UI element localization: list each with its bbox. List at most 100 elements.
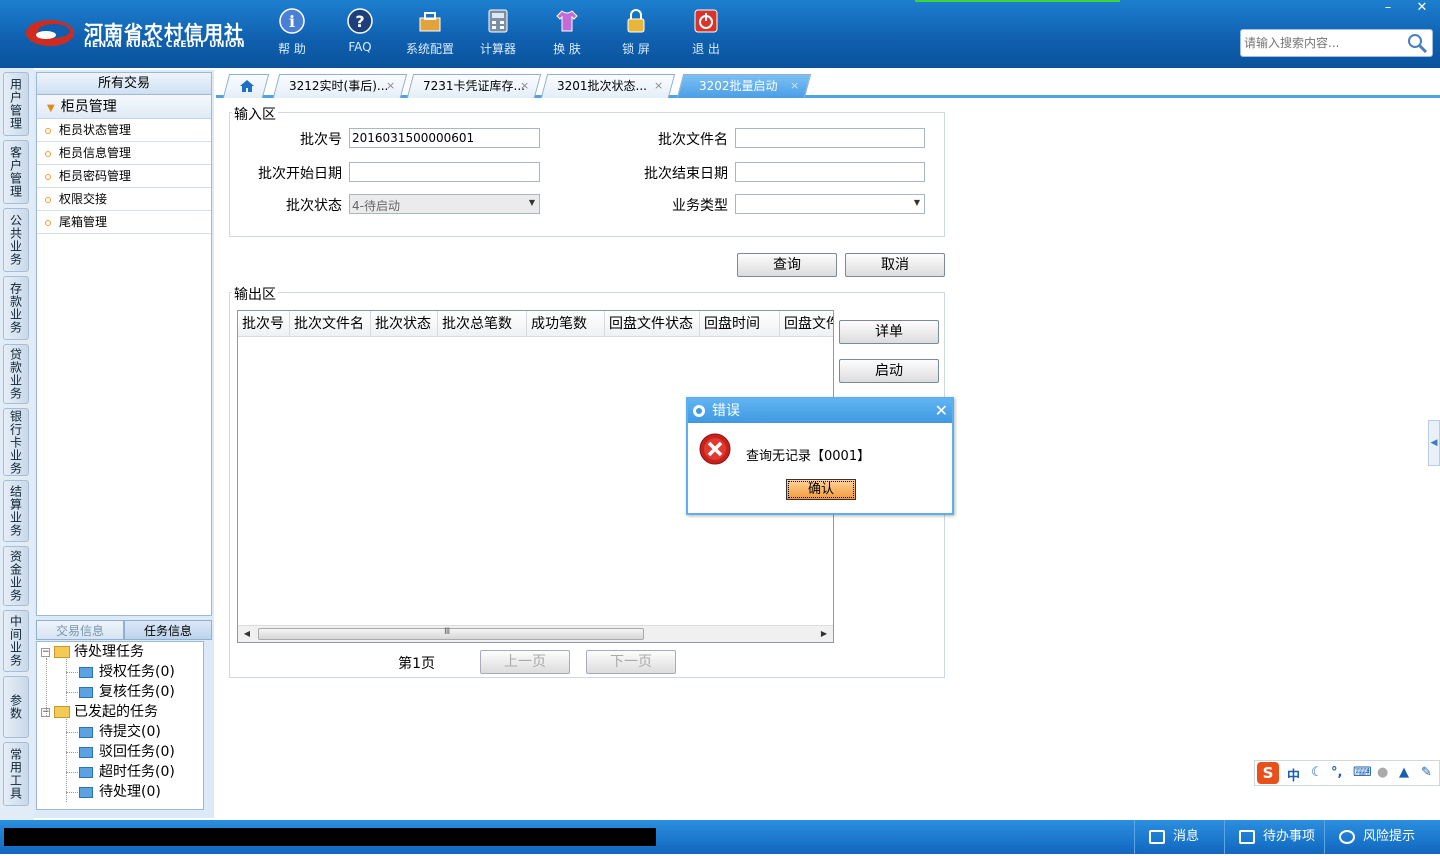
confirm-button[interactable]: 确认 <box>786 479 856 500</box>
vtab-public-business[interactable]: 公共业务 <box>3 208 29 272</box>
menu-item-teller-status[interactable]: 柜员状态管理 <box>37 119 211 142</box>
progress-strip <box>915 0 1120 2</box>
tab-task-info[interactable]: 任务信息 <box>124 620 212 640</box>
tab-transaction-info[interactable]: 交易信息 <box>36 620 124 640</box>
prev-page-button[interactable]: 上一页 <box>480 650 570 674</box>
vtab-customer-management[interactable]: 客户管理 <box>3 140 29 204</box>
error-icon <box>699 433 731 465</box>
menu-item-teller-info[interactable]: 柜员信息管理 <box>37 142 211 165</box>
tree-node-pending-tasks[interactable]: − 待处理任务 <box>41 642 144 662</box>
scroll-thumb[interactable]: Ⅲ <box>258 627 644 640</box>
dialog-titlebar[interactable]: 错误 ✕ <box>688 399 952 423</box>
column-header[interactable]: 批次文件名 <box>290 311 371 337</box>
messages-button[interactable]: 消息 <box>1134 820 1224 854</box>
ime-mode[interactable]: 中 <box>1287 765 1300 784</box>
teller-management-group[interactable]: ▼ 柜员管理 <box>37 95 211 119</box>
batch-status-select[interactable]: 4-待启动 ▼ <box>349 194 540 214</box>
query-button[interactable]: 查询 <box>737 253 837 277</box>
tab-3212-realtime[interactable]: 3212实时(事后)... × <box>272 74 408 98</box>
tree-node-review-tasks[interactable]: 复核任务(0) <box>79 682 175 702</box>
batch-file-label: 批次文件名 <box>658 132 728 148</box>
scroll-right-icon[interactable]: ▶ <box>816 627 832 641</box>
close-window-button[interactable]: ✕ <box>1406 0 1438 18</box>
start-date-input[interactable] <box>349 162 540 182</box>
column-header[interactable]: 批次总笔数 <box>438 311 527 337</box>
horizontal-scrollbar[interactable]: ◀ Ⅲ ▶ <box>238 625 833 642</box>
column-header[interactable]: 批次状态 <box>371 311 438 337</box>
faq-label: FAQ <box>348 40 372 54</box>
tree-node-rejected[interactable]: 驳回任务(0) <box>79 742 175 762</box>
batch-file-input[interactable] <box>735 128 925 148</box>
top-header: 河南省农村信用社 HENAN RURAL CREDIT UNION i 帮 助 … <box>0 0 1440 68</box>
exit-label: 退 出 <box>692 42 720 56</box>
faq-button[interactable]: ? FAQ <box>330 8 390 62</box>
sogou-logo[interactable]: S <box>1257 762 1279 784</box>
close-tab-icon[interactable]: × <box>386 75 395 97</box>
column-header[interactable]: 回盘文件 <box>780 311 833 337</box>
cancel-button[interactable]: 取消 <box>845 253 945 277</box>
vtab-parameters[interactable]: 参数 <box>3 676 29 738</box>
vtab-deposit-business[interactable]: 存款业务 <box>3 276 29 340</box>
keyboard-icon[interactable]: ⌨ <box>1353 765 1372 780</box>
risk-alert-button[interactable]: 风险提示 <box>1324 820 1440 854</box>
close-tab-icon[interactable]: × <box>520 75 529 97</box>
menu-item-permission-handover[interactable]: 权限交接 <box>37 188 211 211</box>
business-type-select[interactable]: ▼ <box>735 194 925 214</box>
vtab-user-management[interactable]: 用户管理 <box>3 72 29 136</box>
dialog-close-icon[interactable]: ✕ <box>935 399 948 423</box>
vtab-common-tools[interactable]: 常用工具 <box>3 742 29 806</box>
lock-screen-button[interactable]: 锁 屏 <box>606 8 666 62</box>
bullet-icon <box>45 127 51 134</box>
vtab-loan-business[interactable]: 贷款业务 <box>3 344 29 404</box>
column-header[interactable]: 回盘文件状态 <box>605 311 700 337</box>
user-icon[interactable]: ● <box>1377 765 1388 780</box>
collapse-right-icon[interactable]: ◀ <box>1428 420 1440 466</box>
wrench-icon[interactable]: ✎ <box>1421 765 1432 780</box>
next-page-button[interactable]: 下一页 <box>586 650 676 674</box>
collapse-icon[interactable]: − <box>41 647 50 657</box>
vtab-intermediary-business[interactable]: 中间业务 <box>3 610 29 672</box>
folder-icon <box>79 746 93 758</box>
tab-3201-batch-status[interactable]: 3201批次状态... × <box>540 74 676 98</box>
menu-item-tail-box[interactable]: 尾箱管理 <box>37 211 211 234</box>
system-config-button[interactable]: 系统配置 <box>400 8 460 62</box>
collapse-icon[interactable]: − <box>41 707 50 717</box>
minimize-button[interactable]: – <box>1372 0 1404 18</box>
tree-node-timeout[interactable]: 超时任务(0) <box>79 762 175 782</box>
column-header[interactable]: 批次号 <box>238 311 290 337</box>
all-transactions-header[interactable]: 所有交易 <box>37 73 211 95</box>
menu-item-teller-password[interactable]: 柜员密码管理 <box>37 165 211 188</box>
close-tab-icon[interactable]: × <box>654 75 663 97</box>
vtab-fund-business[interactable]: 资金业务 <box>3 546 29 606</box>
tree-node-to-process[interactable]: 待处理(0) <box>79 782 161 802</box>
moon-icon[interactable]: ☾ <box>1311 765 1323 780</box>
tree-node-initiated-tasks[interactable]: − 已发起的任务 <box>41 702 158 722</box>
calculator-button[interactable]: 计算器 <box>468 8 528 62</box>
tab-label: 3201批次状态... <box>557 79 647 93</box>
tree-node-to-submit[interactable]: 待提交(0) <box>79 722 161 742</box>
scroll-left-icon[interactable]: ◀ <box>239 627 255 641</box>
tab-7231-card-voucher[interactable]: 7231卡凭证库存... × <box>406 74 542 98</box>
search-input[interactable] <box>1244 34 1404 52</box>
vtab-settlement-business[interactable]: 结算业务 <box>3 480 29 542</box>
skin-icon[interactable]: ▲ <box>1399 765 1409 780</box>
error-dialog: 错误 ✕ 查询无记录【0001】 确认 <box>686 397 954 515</box>
todo-button[interactable]: 待办事项 <box>1224 820 1324 854</box>
punctuation-icon[interactable]: °, <box>1331 765 1342 780</box>
tree-node-auth-tasks[interactable]: 授权任务(0) <box>79 662 175 682</box>
menu-item-label: 柜员信息管理 <box>59 146 132 160</box>
close-tab-icon[interactable]: × <box>790 75 799 97</box>
help-button[interactable]: i 帮 助 <box>262 8 322 62</box>
column-header[interactable]: 成功笔数 <box>527 311 605 337</box>
vtab-bank-card-business[interactable]: 银行卡业务 <box>3 408 29 476</box>
end-date-input[interactable] <box>735 162 925 182</box>
exit-button[interactable]: 退 出 <box>676 8 736 62</box>
search-icon[interactable] <box>1405 32 1429 54</box>
change-skin-button[interactable]: 换 肤 <box>537 8 597 62</box>
detail-button[interactable]: 详单 <box>839 320 939 344</box>
home-tab[interactable] <box>222 74 270 98</box>
batch-no-input[interactable] <box>349 128 540 148</box>
column-header[interactable]: 回盘时间 <box>700 311 780 337</box>
start-button[interactable]: 启动 <box>839 359 939 383</box>
tab-3202-batch-start[interactable]: 3202批量启动 × <box>676 74 812 98</box>
